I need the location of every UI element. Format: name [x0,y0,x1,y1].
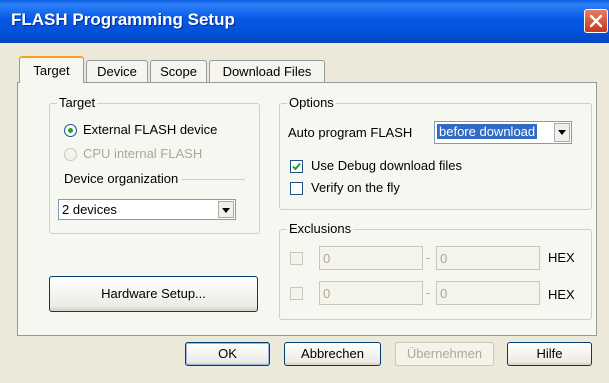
exclusion-2-to-value: 0 [440,286,448,301]
checkmark-icon [292,162,301,171]
use-debug-download-files-label: Use Debug download files [311,158,463,173]
window-title: FLASH Programming Setup [11,10,235,29]
device-organization-value: 2 devices [62,202,117,217]
close-icon [589,14,603,28]
hardware-setup-button[interactable]: Hardware Setup... [49,276,258,312]
exclusion-2-checkbox[interactable] [290,287,303,300]
ok-button[interactable]: OK [185,342,270,366]
ok-label: OK [218,346,237,361]
exclusion-1-separator: - [426,250,431,265]
device-organization-label: Device organization [61,171,182,186]
flash-programming-setup-dialog: FLASH Programming Setup Target Device Sc… [0,0,609,383]
exclusion-1-to-input[interactable]: 0 [436,246,540,270]
exclusion-2-unit: HEX [548,287,575,302]
auto-program-flash-label: Auto program FLASH [288,125,413,140]
target-group-legend: Target [59,95,96,110]
hardware-setup-label: Hardware Setup... [101,286,206,301]
verify-on-the-fly-checkbox[interactable] [290,182,303,195]
tab-device[interactable]: Device [86,60,148,83]
chevron-down-icon[interactable] [554,123,570,142]
tab-target-label: Target [33,63,70,78]
tab-device-label: Device [97,64,137,79]
auto-program-flash-value: before download [437,124,538,139]
cancel-button[interactable]: Abbrechen [284,342,381,366]
help-label: Hilfe [536,346,563,361]
tab-download-files-label: Download Files [222,64,312,79]
device-organization-select[interactable]: 2 devices [58,199,236,220]
exclusion-2-separator: - [426,285,431,300]
use-debug-download-files-checkbox[interactable] [290,160,303,173]
cancel-label: Abbrechen [301,346,364,361]
cpu-internal-flash-radio[interactable] [64,148,77,161]
external-flash-radio[interactable] [64,124,77,137]
cpu-internal-flash-label: CPU internal FLASH [83,146,203,161]
apply-button[interactable]: Übernehmen [395,342,494,366]
exclusion-2-from-input[interactable]: 0 [319,281,423,305]
verify-on-the-fly-label: Verify on the fly [311,180,400,195]
exclusion-1-from-value: 0 [323,251,331,266]
tab-scope[interactable]: Scope [150,60,207,83]
chevron-down-icon[interactable] [218,201,234,218]
options-group-legend: Options [289,95,334,110]
exclusions-group-legend: Exclusions [289,221,352,236]
apply-label: Übernehmen [406,346,483,361]
tab-target[interactable]: Target [19,56,84,83]
exclusion-1-checkbox[interactable] [290,252,303,265]
auto-program-flash-select[interactable]: before download [434,121,572,144]
exclusion-1-from-input[interactable]: 0 [319,246,423,270]
exclusions-group: Exclusions [279,222,592,320]
exclusion-1-unit: HEX [548,250,575,265]
help-button[interactable]: Hilfe [507,342,592,366]
tab-scope-label: Scope [160,64,197,79]
external-flash-label: External FLASH device [83,122,218,137]
exclusion-2-from-value: 0 [323,286,331,301]
close-button[interactable] [584,9,608,33]
exclusion-2-to-input[interactable]: 0 [436,281,540,305]
tab-download-files[interactable]: Download Files [209,60,325,83]
title-bar[interactable]: FLASH Programming Setup [0,0,609,43]
exclusion-1-to-value: 0 [440,251,448,266]
